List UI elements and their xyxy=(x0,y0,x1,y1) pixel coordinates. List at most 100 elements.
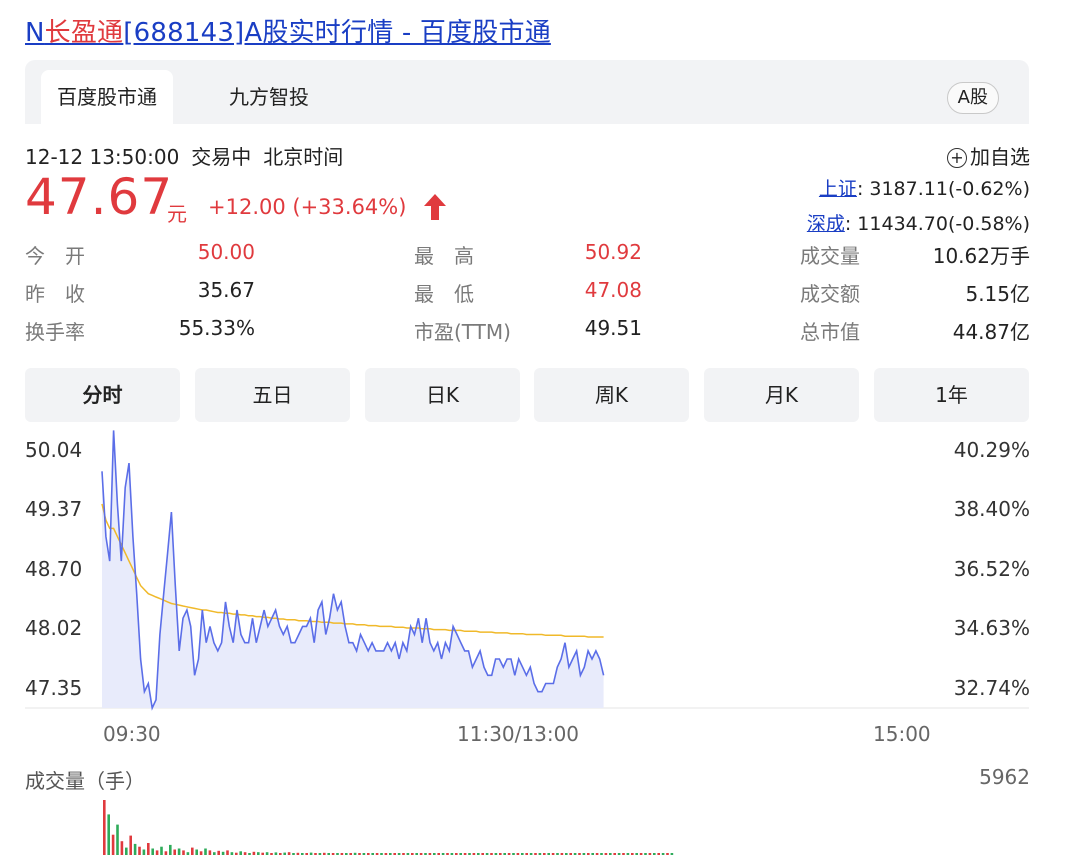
volume-bar xyxy=(547,853,550,855)
volume-bar xyxy=(274,852,278,855)
volume-bar xyxy=(186,852,190,855)
volume-bar xyxy=(125,847,128,855)
volume-bar xyxy=(600,853,603,855)
volume-bar xyxy=(565,853,568,855)
price-area-fill xyxy=(102,430,604,708)
volume-bar xyxy=(235,852,238,855)
volume-bar xyxy=(578,853,581,855)
volume-bar xyxy=(340,853,344,855)
volume-bar xyxy=(292,853,295,855)
volume-bar xyxy=(490,853,493,855)
volume-bar xyxy=(503,853,506,855)
volume-bar xyxy=(226,850,229,855)
volume-bar xyxy=(371,853,374,855)
volume-bar xyxy=(305,853,308,855)
volume-bar xyxy=(622,853,625,855)
volume-bar xyxy=(534,853,537,855)
volume-bar xyxy=(463,853,467,855)
volume-bar xyxy=(353,852,357,855)
volume-bar xyxy=(516,853,520,855)
intraday-chart[interactable] xyxy=(0,0,1080,865)
volume-bar xyxy=(362,853,366,855)
volume-bar xyxy=(182,850,185,855)
volume-bar xyxy=(177,848,181,855)
volume-bar xyxy=(116,824,119,855)
volume-bar xyxy=(591,853,594,855)
volume-bar xyxy=(375,853,379,855)
volume-bar xyxy=(248,853,251,855)
volume-bar xyxy=(609,853,612,855)
volume-bar xyxy=(472,853,476,855)
volume-bar xyxy=(221,851,225,855)
volume-bar xyxy=(252,851,256,855)
volume-bar xyxy=(551,853,555,855)
volume-bar xyxy=(314,853,317,855)
volume-bar xyxy=(129,835,132,855)
volume-bar xyxy=(239,851,242,855)
volume-bar xyxy=(433,853,436,855)
volume-bar xyxy=(481,853,484,855)
volume-bar xyxy=(529,853,533,855)
volume-bar xyxy=(380,853,383,855)
volume-bar xyxy=(543,853,546,855)
volume-bar xyxy=(389,853,392,855)
volume-bar xyxy=(195,849,198,855)
volume-bar xyxy=(397,853,401,855)
volume-bar xyxy=(512,853,515,855)
volume-bar xyxy=(639,853,643,855)
volume-bar xyxy=(582,853,586,855)
volume-bar xyxy=(160,846,163,855)
volume-bar xyxy=(208,850,212,855)
volume-bar xyxy=(164,851,168,855)
volume-bar xyxy=(657,853,660,855)
volume-bar xyxy=(393,853,396,855)
volume-bar xyxy=(367,853,370,855)
volume-bar xyxy=(111,834,115,855)
volume-bar xyxy=(261,852,264,855)
volume-bar xyxy=(358,853,361,855)
volume-bar xyxy=(573,853,577,855)
volume-bar xyxy=(428,853,432,855)
volume-bar xyxy=(613,853,616,855)
volume-bar xyxy=(309,852,313,855)
volume-bar xyxy=(349,853,352,855)
volume-bar xyxy=(296,852,300,855)
volume-bar xyxy=(402,853,405,855)
volume-bar xyxy=(538,853,542,855)
volume-bar xyxy=(155,850,159,855)
volume-bar xyxy=(151,848,154,855)
volume-bar xyxy=(560,853,564,855)
volume-bar xyxy=(604,853,608,855)
volume-bar xyxy=(499,853,502,855)
volume-bar xyxy=(450,853,454,855)
volume-bar xyxy=(626,853,630,855)
volume-bar xyxy=(468,853,471,855)
volume-bar xyxy=(204,848,207,855)
volume-bar xyxy=(199,851,203,855)
volume-bar xyxy=(446,853,449,855)
volume-bar xyxy=(477,853,480,855)
volume-bar xyxy=(323,852,326,855)
volume-bar xyxy=(485,853,489,855)
volume-bar xyxy=(257,852,260,855)
volume-bar xyxy=(327,853,330,855)
volume-bar xyxy=(270,853,273,855)
volume-bar xyxy=(336,853,339,855)
volume-bar xyxy=(666,853,669,855)
volume-bar xyxy=(217,850,220,855)
volume-bar xyxy=(587,853,590,855)
volume-bar xyxy=(653,853,656,855)
volume-bar xyxy=(142,849,146,855)
volume-bar xyxy=(494,853,498,855)
volume-bar xyxy=(437,853,440,855)
volume-bar xyxy=(265,852,269,855)
volume-bar xyxy=(173,849,176,855)
volume-bar xyxy=(243,852,247,855)
volume-bar xyxy=(617,853,621,855)
volume-bar xyxy=(107,814,110,855)
volume-bar xyxy=(525,853,528,855)
volume-bar xyxy=(384,853,388,855)
volume-bar xyxy=(213,852,216,855)
volume-bar xyxy=(635,853,638,855)
volume-bar xyxy=(147,843,150,855)
